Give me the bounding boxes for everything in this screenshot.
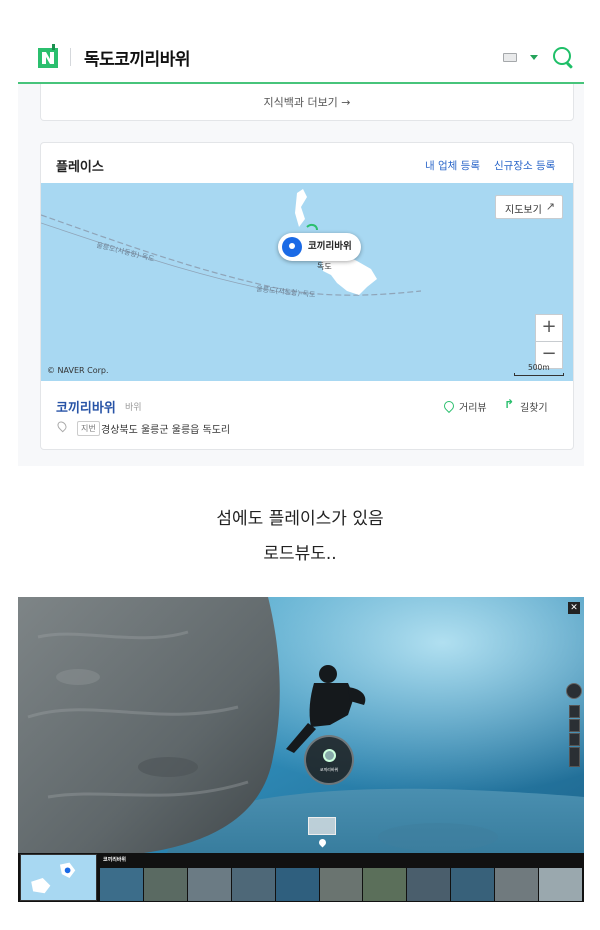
photo-thumbnail[interactable] [539,868,582,901]
photo-thumbnail[interactable] [451,868,495,901]
knowledge-more-link[interactable]: 지식백과 더보기 → [41,94,573,110]
place-screenshot: 독도코끼리바위 지식백과 더보기 → 플레이스 내 업체 등록 신규장소 등록 … [18,0,584,466]
photo-thumbnail[interactable] [407,868,451,901]
strip-header: 코끼리바위 [100,855,582,867]
svg-text:독도: 독도 [317,262,332,271]
location-pin-icon [282,237,302,257]
place-card: 플레이스 내 업체 등록 신규장소 등록 울릉도(사동항)-독도 울릉도(저동항… [40,142,574,450]
camera-icon[interactable] [569,733,580,746]
viewpoint-dot-icon [323,749,336,762]
distance-view-button[interactable]: 거리뷰 [459,399,487,414]
address-pin-icon [55,419,69,433]
header-divider [70,48,71,66]
place-category: 바위 [125,403,142,413]
zoom-in-button[interactable]: + [535,314,563,342]
map-marker[interactable]: 코끼리바위 [278,233,361,261]
search-query-title[interactable]: 독도코끼리바위 [84,45,190,70]
place-address: 경상북도 울릉군 울릉읍 독도리 [101,425,231,436]
expand-icon: ↗ [545,200,555,213]
map-copyright: © NAVER Corp. [47,366,109,375]
directions-icon[interactable]: ↱ [504,397,514,411]
map-view-button[interactable]: 지도보기 ↗ [495,195,563,219]
photo-thumbnails [100,868,582,901]
place-name-link[interactable]: 코끼리바위 [56,397,116,416]
svg-text:울릉도(저동항)-독도: 울릉도(저동항)-독도 [256,284,317,299]
register-place-link[interactable]: 신규장소 등록 [494,158,555,173]
photo-thumbnail[interactable] [231,868,275,901]
knowledge-card: 지식백과 더보기 → [40,84,574,121]
roadview-screenshot[interactable]: ✕ 코끼리바위 코끼리바위 [18,597,584,902]
photo-thumbnail[interactable] [100,868,143,901]
map-scale-label: 500m [528,363,550,372]
viewpoint-label: 코끼리바위 [319,767,339,772]
caption-line-2: 로드뷰도.. [263,544,337,564]
map-marker-label: 코끼리바위 [308,241,352,252]
photo-thumbnail[interactable] [187,868,231,901]
place-section-title: 플레이스 [56,160,104,175]
roadview-minimap[interactable] [20,854,97,901]
photo-thumbnail[interactable] [275,868,319,901]
compass-icon[interactable] [566,683,582,699]
photo-thumbnail[interactable] [363,868,407,901]
nearby-photo-thumbnail[interactable] [308,817,336,835]
distance-view-icon[interactable] [441,398,457,414]
chevron-down-icon[interactable] [530,55,538,60]
search-header: 독도코끼리바위 [18,0,584,84]
caption-line-1: 섬에도 플레이스가 있음 [216,509,384,529]
pano-viewpoint-button[interactable]: 코끼리바위 [304,735,354,785]
jibun-badge: 지번 [77,421,100,436]
fullscreen-icon[interactable] [569,719,580,732]
roadview-thumbnail-strip: 코끼리바위 [18,853,584,902]
search-icon[interactable] [553,47,571,65]
photo-thumbnail[interactable] [319,868,363,901]
close-button[interactable]: ✕ [568,602,580,614]
register-business-link[interactable]: 내 업체 등록 [425,158,480,173]
map-view-label: 지도보기 [505,205,542,216]
directions-button[interactable]: 길찾기 [520,399,548,414]
zoom-control-icon[interactable] [569,747,580,767]
photo-thumbnail[interactable] [495,868,539,901]
strip-title: 코끼리바위 [103,857,127,863]
photo-thumbnail[interactable] [143,868,187,901]
map-scale-bar [514,373,564,376]
naver-logo-icon[interactable] [38,44,58,68]
place-map[interactable]: 울릉도(사동항)-독도 울릉도(저동항)-독도 독도 지도보기 ↗ 코끼리바위 … [41,183,573,381]
keyboard-icon[interactable] [503,53,517,62]
view-mode-icon[interactable] [569,705,580,718]
